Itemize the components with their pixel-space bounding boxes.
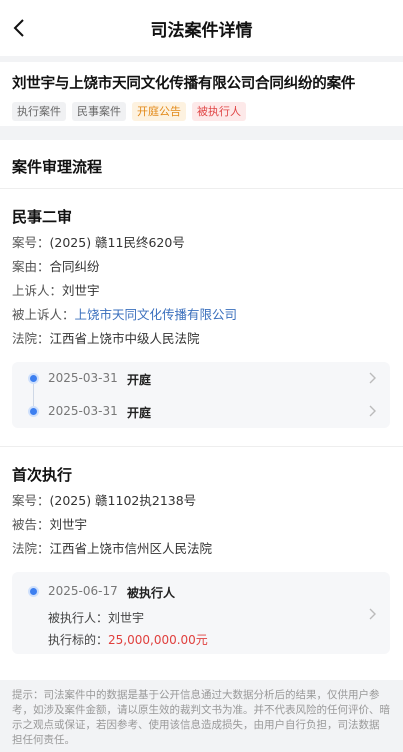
timeline-row[interactable]: 2025-03-31 开庭 xyxy=(12,362,390,394)
tag-executed-person: 被执行人 xyxy=(192,102,246,121)
field-label: 被告： xyxy=(12,517,50,532)
case-number-field: 案号：(2025) 赣11民终620号 xyxy=(12,232,185,251)
field-label: 案由： xyxy=(12,259,50,274)
case-tags: 执行案件 民事案件 开庭公告 被执行人 xyxy=(12,102,391,121)
field-label: 被上诉人： xyxy=(12,307,75,322)
stage-name-first-execution: 首次执行 xyxy=(12,466,73,484)
event-name: 被执行人 xyxy=(127,586,176,600)
execution-timeline[interactable]: 2025-06-17 被执行人 被执行人：刘世宇 执行标的：25,000,000… xyxy=(12,572,390,654)
appellant-field: 上诉人：刘世宇 xyxy=(12,280,100,299)
field-label: 法院： xyxy=(12,331,50,346)
disclaimer-line: 考，如涉及案件金额，请以原生效的裁判文书为准。并不代表风险的任何评价、暗 xyxy=(12,704,390,716)
disclaimer-line: 提示：司法案件中的数据是基于公开信息通过大数据分析后的结果，仅供用户参 xyxy=(12,689,380,701)
case-number: (2025) 赣1102执2138号 xyxy=(49,493,197,508)
case-process-card: 案件审理流程 民事二审 案号：(2025) 赣11民终620号 案由：合同纠纷 … xyxy=(0,140,403,680)
tag-civil-case: 民事案件 xyxy=(72,102,126,121)
cause-value: 合同纠纷 xyxy=(49,259,100,274)
timeline-dot xyxy=(28,406,39,417)
court-field: 法院：江西省上饶市信州区人民法院 xyxy=(12,538,212,557)
event-date: 2025-06-17 xyxy=(48,584,118,598)
field-label: 案号： xyxy=(12,235,50,250)
field-label: 被执行人： xyxy=(48,611,109,625)
timeline-dot xyxy=(28,373,39,384)
divider xyxy=(0,446,403,447)
appellee-link[interactable]: 上饶市天同文化传播有限公司 xyxy=(75,307,238,322)
page-title: 司法案件详情 xyxy=(150,21,253,41)
event-name: 开庭 xyxy=(127,406,152,420)
cause-field: 案由：合同纠纷 xyxy=(12,256,100,275)
timeline-row[interactable]: 2025-03-31 开庭 xyxy=(12,395,390,427)
disclaimer-line: 示之观点或保证，若因参考、使用该信息造成损失，由用户自行负担，司法数据 xyxy=(12,719,380,731)
tag-court-notice: 开庭公告 xyxy=(132,102,186,121)
executed-person: 刘世宇 xyxy=(108,611,145,625)
field-label: 案号： xyxy=(12,493,50,508)
top-nav-bar: 司法案件详情 xyxy=(0,0,403,56)
case-number-field: 案号：(2025) 赣1102执2138号 xyxy=(12,490,196,509)
appellant-value: 刘世宇 xyxy=(62,283,100,298)
defendant-value: 刘世宇 xyxy=(49,517,88,532)
chevron-right-icon xyxy=(369,608,376,620)
case-title: 刘世宇与上饶市天同文化传播有限公司合同纠纷的案件 xyxy=(12,76,356,92)
timeline-dot xyxy=(28,586,39,597)
field-label: 法院： xyxy=(12,541,50,556)
execution-amount-field: 执行标的：25,000,000.00元 xyxy=(48,631,208,648)
tag-execution-case: 执行案件 xyxy=(12,102,66,121)
divider xyxy=(0,188,403,189)
executed-person-field: 被执行人：刘世宇 xyxy=(48,609,144,626)
section-title: 案件审理流程 xyxy=(12,158,103,176)
defendant-field: 被告：刘世宇 xyxy=(12,514,87,533)
field-label: 上诉人： xyxy=(12,283,63,298)
disclaimer-line: 担任何责任。 xyxy=(12,734,75,746)
chevron-right-icon xyxy=(369,405,376,417)
disclaimer-notice: 提示：司法案件中的数据是基于公开信息通过大数据分析后的结果，仅供用户参 考，如涉… xyxy=(0,680,403,752)
chevron-right-icon xyxy=(369,372,376,384)
event-date: 2025-03-31 xyxy=(48,404,118,418)
case-header-card: 刘世宇与上饶市天同文化传播有限公司合同纠纷的案件 执行案件 民事案件 开庭公告 … xyxy=(0,62,403,126)
event-date: 2025-03-31 xyxy=(48,371,118,385)
appellee-field: 被上诉人：上饶市天同文化传播有限公司 xyxy=(12,304,237,323)
stage-name-second-instance: 民事二审 xyxy=(12,208,73,226)
case-number: (2025) 赣11民终620号 xyxy=(49,235,185,250)
event-name: 开庭 xyxy=(127,373,152,387)
field-label: 执行标的： xyxy=(48,633,109,647)
court-value: 江西省上饶市信州区人民法院 xyxy=(49,541,213,556)
execution-amount: 25,000,000.00元 xyxy=(108,633,208,647)
court-field: 法院：江西省上饶市中级人民法院 xyxy=(12,328,200,347)
hearing-timeline: 2025-03-31 开庭 2025-03-31 开庭 xyxy=(12,362,390,428)
court-value: 江西省上饶市中级人民法院 xyxy=(49,331,200,346)
